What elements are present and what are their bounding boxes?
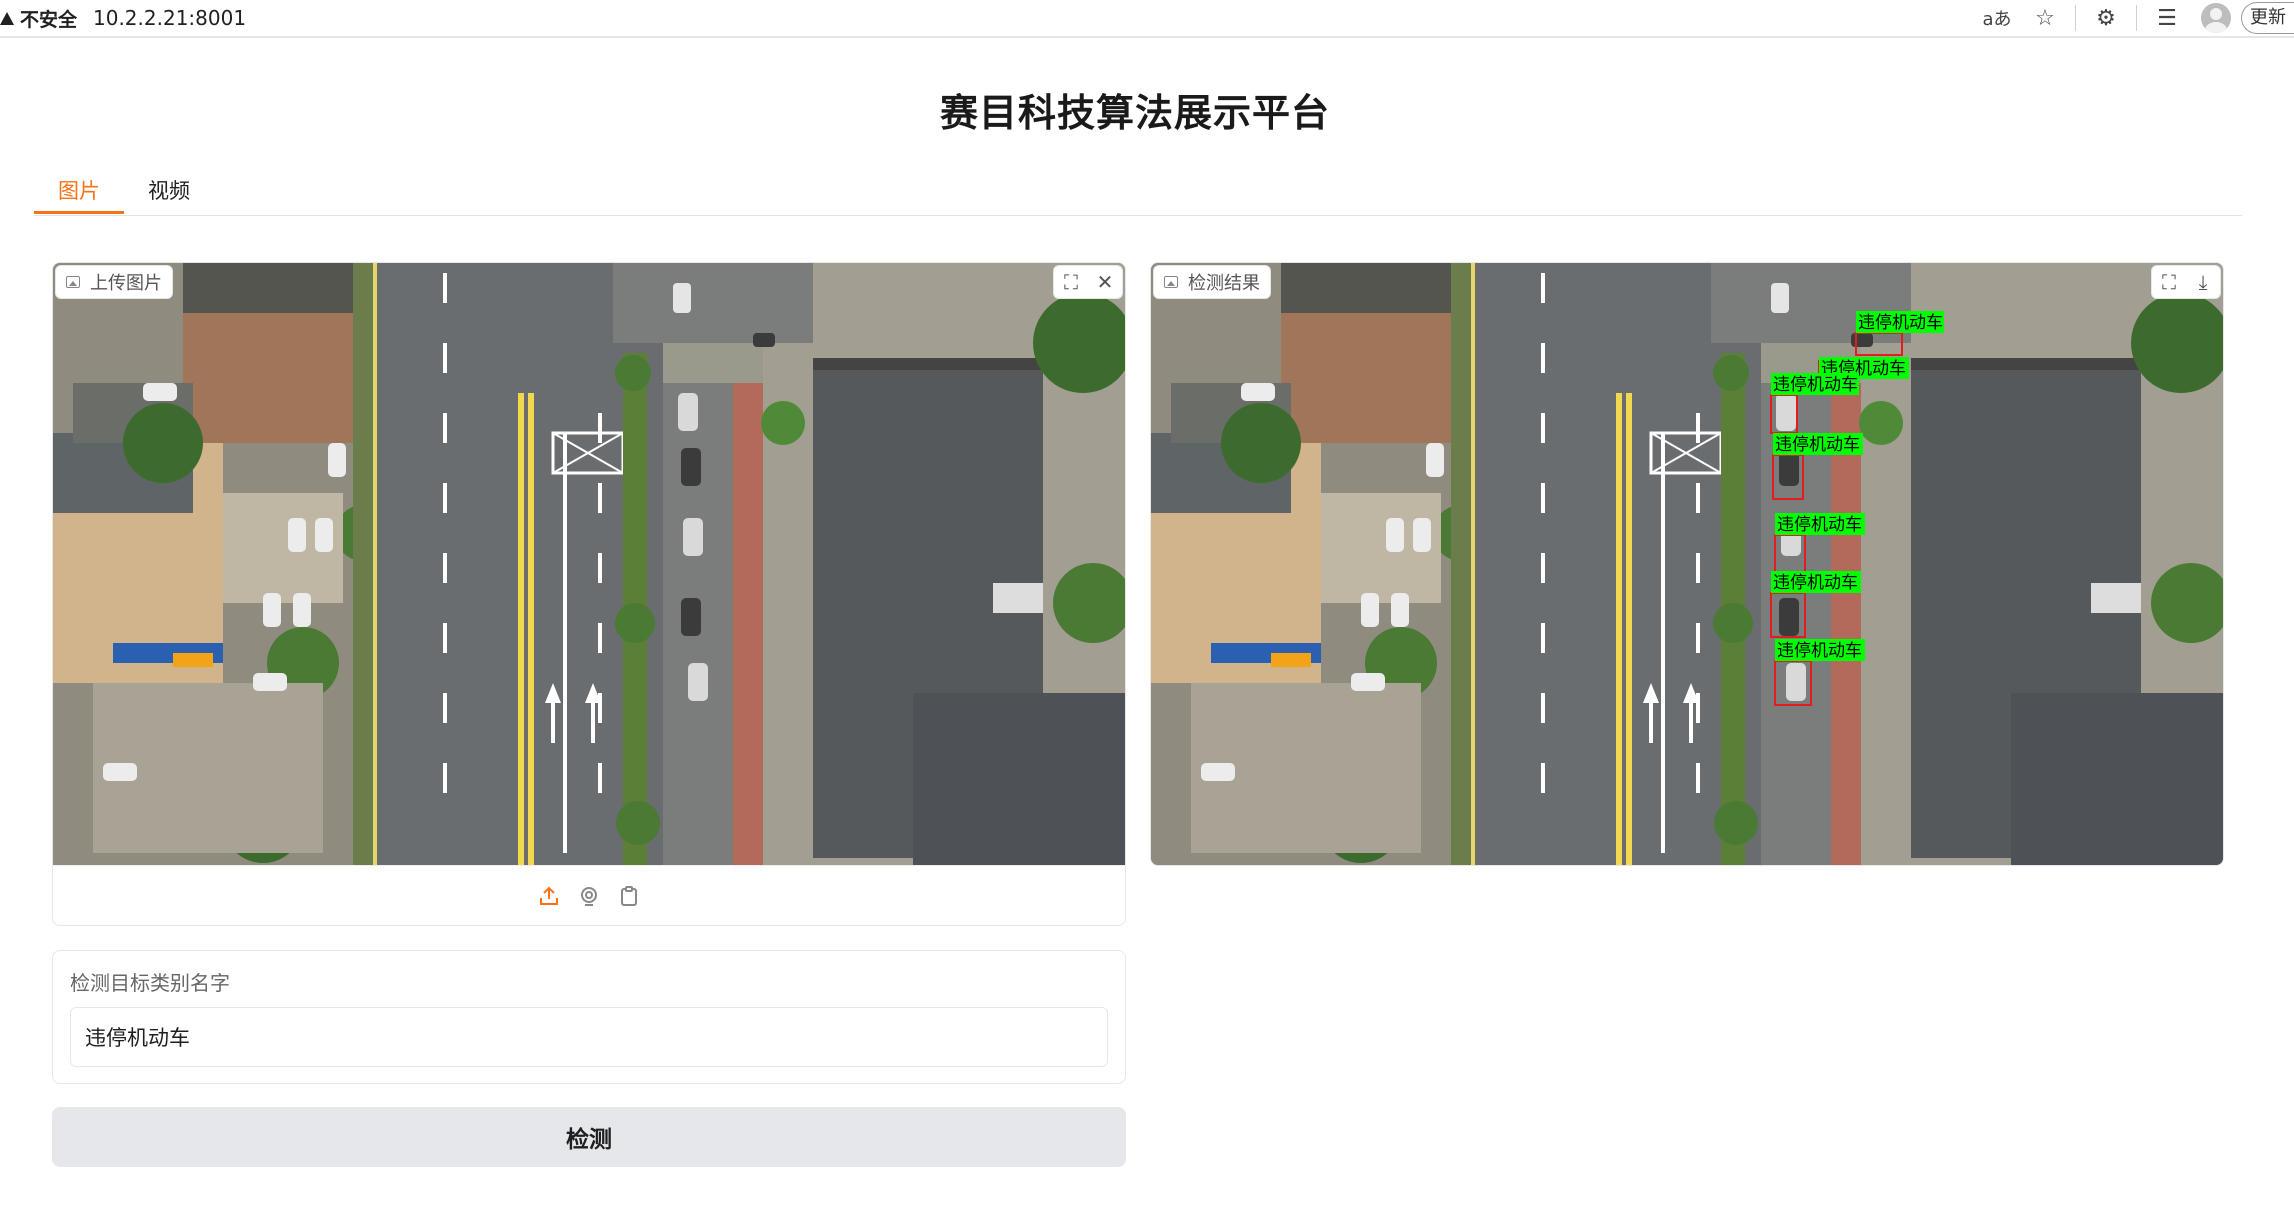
address-bar[interactable]: 10.2.2.21:8001	[93, 4, 246, 32]
target-class-label: 检测目标类别名字	[70, 971, 230, 995]
result-panel-label: 检测结果	[1153, 265, 1271, 299]
fullscreen-icon[interactable]: ⛶	[2152, 266, 2186, 298]
result-panel-actions: ⛶ ⤓	[2151, 265, 2221, 299]
clipboard-icon[interactable]	[618, 885, 640, 907]
detection-label: 违停机动车	[1773, 573, 1858, 593]
extensions-icon[interactable]: ⚙	[2088, 0, 2124, 36]
security-indicator[interactable]: 不安全	[0, 4, 77, 32]
detection-label: 违停机动车	[1777, 641, 1862, 661]
upload-panel-actions: ⛶ ✕	[1053, 265, 1123, 299]
image-icon	[66, 276, 80, 288]
detection-label: 违停机动车	[1858, 313, 1943, 333]
detection-label: 违停机动车	[1773, 375, 1858, 395]
download-icon[interactable]: ⤓	[2186, 266, 2220, 298]
upload-source-bar	[53, 865, 1125, 925]
close-icon[interactable]: ✕	[1088, 266, 1122, 298]
upload-panel-label: 上传图片	[55, 265, 173, 299]
tab-image[interactable]: 图片	[34, 176, 124, 214]
update-button[interactable]: 更新	[2241, 2, 2294, 34]
fullscreen-icon[interactable]: ⛶	[1054, 266, 1088, 298]
favorites-list-icon[interactable]: ☰	[2149, 0, 2185, 36]
profile-avatar[interactable]	[2201, 3, 2231, 33]
image-icon	[1164, 276, 1178, 288]
detection-label: 违停机动车	[1777, 515, 1862, 535]
browser-toolbar: 不安全 10.2.2.21:8001 aあ ☆ ⚙ ☰ 更新	[0, 0, 2294, 38]
tab-video[interactable]: 视频	[134, 176, 204, 214]
upload-image-panel[interactable]: 上传图片 ⛶ ✕	[52, 262, 1126, 926]
page-title: 赛目科技算法展示平台	[939, 91, 1330, 135]
result-image: 违停机动车 违停机动车 违停机动车 违停机动车 违停机动车 违停机动车 违停机动…	[1151, 263, 2223, 865]
detection-result-panel: 检测结果 ⛶ ⤓ 违停机动车 违停机动车 违停机动车 违停机动车 违停机动车 违…	[1150, 262, 2224, 866]
tab-bar: 图片 视频	[34, 172, 2242, 216]
target-class-input[interactable]	[70, 1007, 1108, 1067]
webcam-icon[interactable]	[578, 885, 600, 907]
warning-icon	[0, 11, 14, 25]
uploaded-image	[53, 263, 1125, 865]
detection-label: 违停机动车	[1775, 435, 1860, 455]
detect-button[interactable]: 检测	[52, 1107, 1126, 1167]
favorite-star-icon[interactable]: ☆	[2027, 0, 2063, 36]
upload-icon[interactable]	[538, 885, 560, 907]
target-class-block: 检测目标类别名字	[52, 950, 1126, 1084]
read-aloud-icon[interactable]: aあ	[1979, 0, 2015, 36]
security-label: 不安全	[20, 8, 78, 31]
